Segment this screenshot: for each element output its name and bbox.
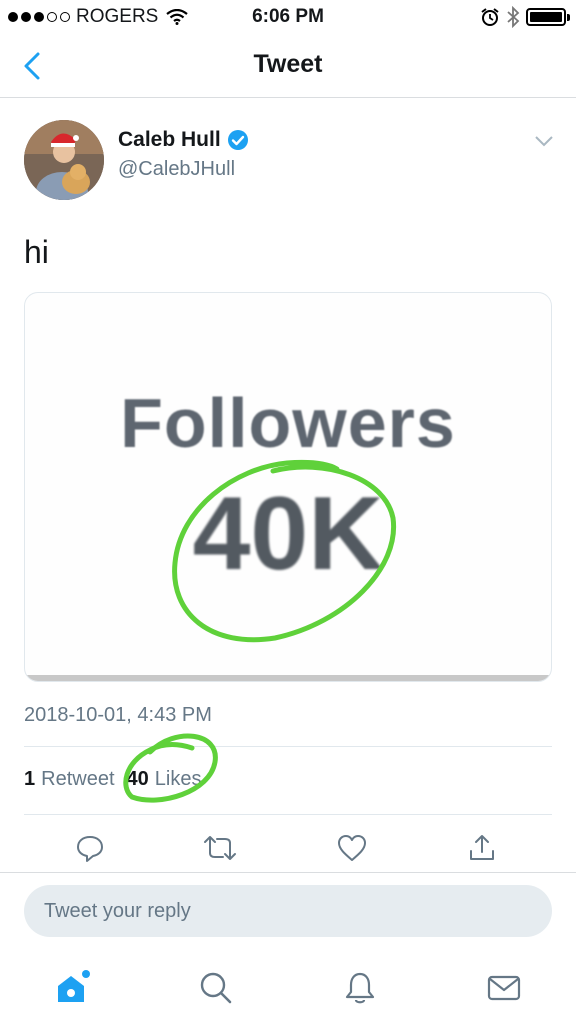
alarm-icon	[481, 8, 499, 26]
divider	[24, 814, 552, 815]
tweet-options-button[interactable]	[534, 134, 554, 153]
reply-button[interactable]	[70, 828, 110, 868]
tab-home[interactable]	[50, 966, 94, 1010]
like-button[interactable]	[332, 828, 372, 868]
retweet-label[interactable]: Retweet	[41, 768, 114, 791]
tweet-media[interactable]: Followers 40K	[24, 292, 552, 682]
status-bar: ROGERS 6:06 PM	[0, 0, 576, 34]
media-divider	[25, 675, 551, 681]
search-icon	[200, 972, 232, 1004]
tab-messages[interactable]	[482, 966, 526, 1010]
tweet-actions	[0, 828, 576, 868]
status-right	[480, 6, 570, 28]
battery-icon	[526, 8, 570, 26]
likes-highlight-circle	[123, 733, 218, 803]
divider	[24, 746, 552, 747]
author-name[interactable]: Caleb Hull	[118, 128, 221, 152]
tab-bar	[0, 952, 576, 1024]
retweet-icon	[204, 836, 236, 860]
tab-notifications[interactable]	[338, 966, 382, 1010]
tweet-text: hi	[24, 234, 49, 270]
notifications-icon	[345, 972, 375, 1004]
avatar[interactable]	[24, 120, 104, 200]
page-title: Tweet	[253, 50, 323, 78]
nav-bar: Tweet	[0, 34, 576, 98]
like-icon	[338, 835, 366, 861]
avatar-photo	[24, 120, 104, 200]
reply-icon	[77, 836, 103, 862]
reply-input[interactable]	[24, 885, 552, 937]
messages-icon	[487, 975, 521, 1001]
share-icon	[470, 835, 494, 860]
share-button[interactable]	[462, 828, 502, 868]
highlight-circle	[172, 460, 397, 643]
bluetooth-icon	[507, 6, 520, 28]
reply-bar	[0, 872, 576, 952]
author-handle[interactable]: @CalebJHull	[118, 158, 235, 181]
retweet-count[interactable]: 1	[24, 768, 35, 791]
tab-search[interactable]	[194, 966, 238, 1010]
chevron-down-icon	[535, 136, 553, 147]
author-row: Caleb Hull	[118, 128, 249, 152]
retweet-button[interactable]	[200, 828, 240, 868]
home-icon	[58, 970, 90, 1002]
verified-badge-icon	[227, 130, 248, 150]
